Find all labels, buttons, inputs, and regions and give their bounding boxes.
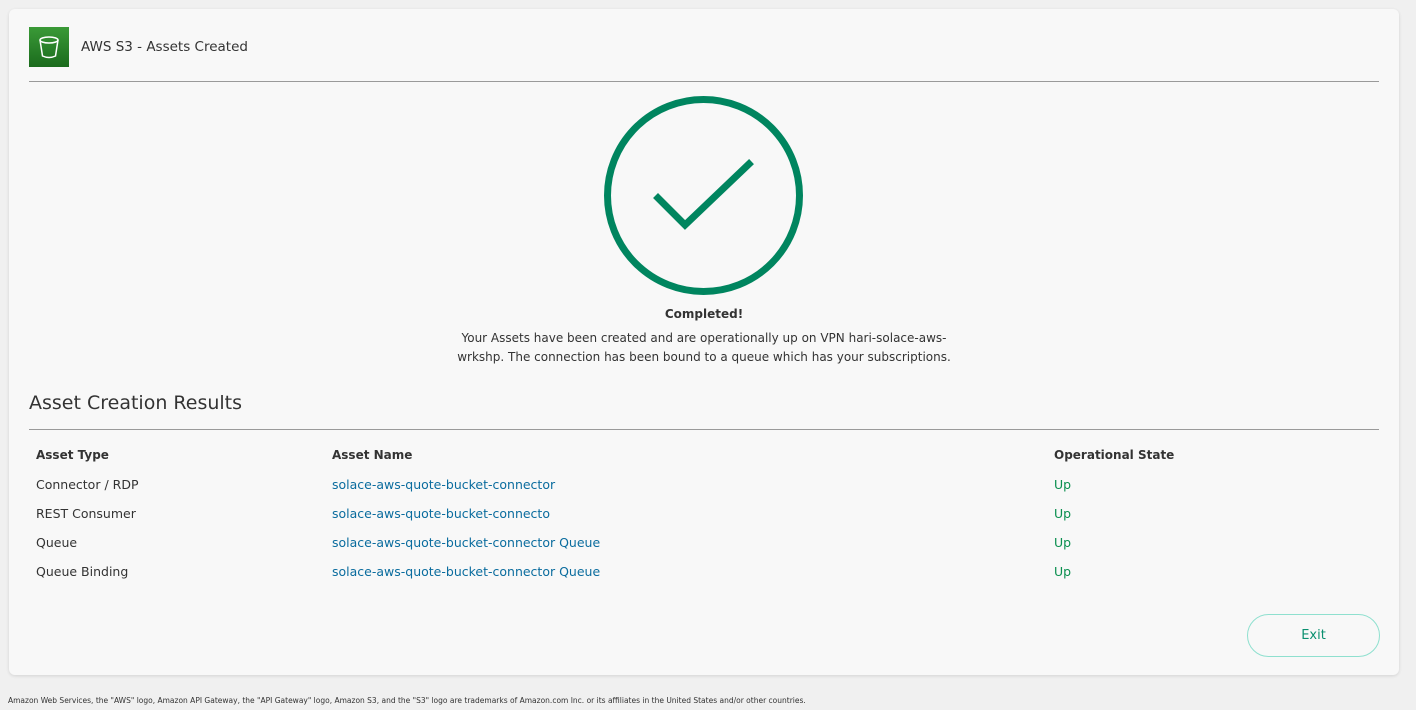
check-circle-icon [603,95,804,296]
page-header: AWS S3 - Assets Created [29,27,248,67]
column-header-asset-name: Asset Name [332,448,413,462]
asset-type-cell: Queue Binding [36,564,129,579]
trademark-footer: Amazon Web Services, the "AWS" logo, Ama… [8,696,806,705]
asset-type-cell: Connector / RDP [36,477,139,492]
results-divider [29,429,1379,430]
header-divider [29,81,1379,82]
operational-state-cell: Up [1054,564,1072,579]
exit-button[interactable]: Exit [1247,614,1380,657]
results-table: Asset Type Asset Name Operational State … [36,448,1376,593]
asset-name-link[interactable]: solace-aws-quote-bucket-connector [332,477,555,492]
table-row: Queue Binding solace-aws-quote-bucket-co… [36,564,1376,593]
table-row: Queue solace-aws-quote-bucket-connector … [36,535,1376,564]
column-header-asset-type: Asset Type [36,448,109,462]
s3-bucket-icon [29,27,69,67]
completion-message: Your Assets have been created and are op… [457,331,951,364]
page-title: AWS S3 - Assets Created [81,39,248,55]
asset-name-link[interactable]: solace-aws-quote-bucket-connecto [332,506,550,521]
table-header-row: Asset Type Asset Name Operational State [36,448,1376,477]
operational-state-cell: Up [1054,477,1072,492]
asset-name-link[interactable]: solace-aws-quote-bucket-connector Queue [332,535,600,550]
results-section-title: Asset Creation Results [29,392,243,414]
completed-heading: Completed! [664,307,744,321]
column-header-operational-state: Operational State [1054,448,1175,462]
table-row: Connector / RDP solace-aws-quote-bucket-… [36,477,1376,506]
table-row: REST Consumer solace-aws-quote-bucket-co… [36,506,1376,535]
asset-type-cell: REST Consumer [36,506,136,521]
operational-state-cell: Up [1054,535,1072,550]
asset-type-cell: Queue [36,535,78,550]
assets-created-card: AWS S3 - Assets Created Completed! Your … [9,9,1399,675]
asset-name-link[interactable]: solace-aws-quote-bucket-connector Queue [332,564,600,579]
operational-state-cell: Up [1054,506,1072,521]
